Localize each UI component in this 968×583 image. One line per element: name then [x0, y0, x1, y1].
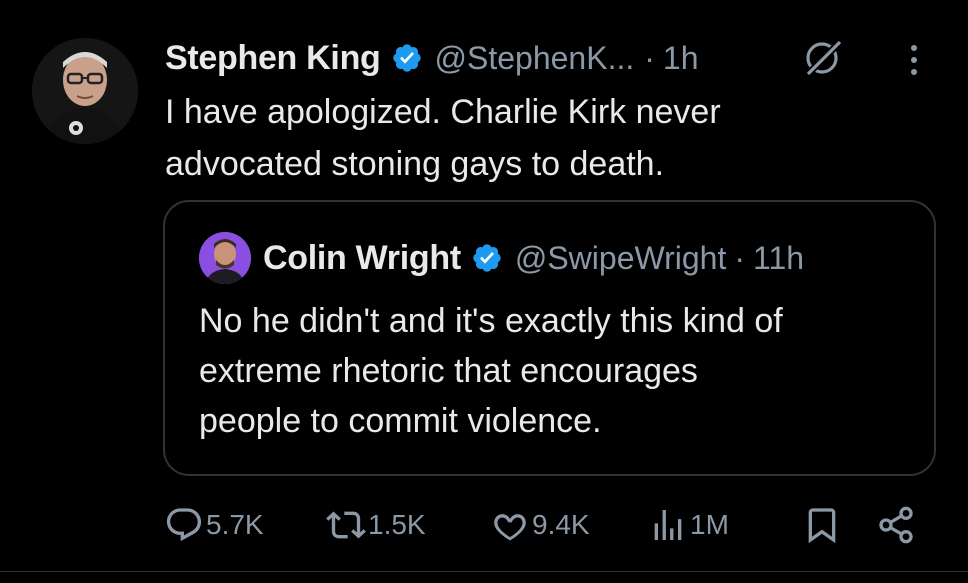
views-chart-icon [654, 510, 682, 540]
author-name[interactable]: Stephen King [165, 39, 381, 78]
author-handle[interactable]: @StephenK... [435, 40, 635, 77]
quoted-text-line: No he didn't and it's exactly this kind … [199, 302, 783, 340]
timestamp[interactable]: 1h [663, 40, 699, 77]
quoted-author-name[interactable]: Colin Wright [263, 239, 461, 278]
quoted-tweet[interactable]: Colin Wright @SwipeWright · 11h No he di… [163, 200, 936, 476]
separator-dot: · [644, 39, 655, 76]
tweet-text: I have apologized. Charlie Kirk never ad… [165, 86, 885, 190]
view-count: 1M [690, 509, 729, 540]
like-button[interactable]: 9.4K [490, 500, 590, 550]
reply-icon [166, 508, 202, 542]
repost-count: 1.5K [368, 509, 426, 540]
tweet-text-line: I have apologized. Charlie Kirk never [165, 93, 721, 131]
quoted-tweet-header: Colin Wright @SwipeWright · 11h [263, 232, 804, 284]
author-avatar-image [32, 38, 138, 144]
like-count: 9.4K [532, 509, 590, 540]
views-button[interactable]: 1M [648, 500, 729, 550]
tweet-header: Stephen King @StephenK... · 1h [165, 32, 698, 84]
quoted-avatar-image [199, 232, 251, 284]
separator-dot: · [734, 239, 746, 276]
heart-icon [494, 514, 526, 541]
more-vertical-icon[interactable] [904, 40, 924, 80]
reply-count: 5.7K [206, 509, 264, 540]
bookmark-button[interactable] [802, 500, 842, 550]
avatar[interactable] [32, 38, 138, 144]
divider [0, 571, 968, 572]
share-button[interactable] [876, 500, 916, 550]
repost-icon [326, 511, 366, 539]
bookmark-icon [808, 508, 836, 544]
quoted-author-handle[interactable]: @SwipeWright [515, 240, 727, 277]
share-icon [879, 506, 913, 544]
quoted-text-line: extreme rhetoric that encourages [199, 352, 698, 390]
quoted-avatar[interactable] [199, 232, 251, 284]
verified-badge-icon[interactable] [391, 42, 423, 74]
repost-button[interactable]: 1.5K [326, 500, 426, 550]
quoted-text-line: people to commit violence. [199, 402, 602, 440]
action-bar: 5.7K 1.5K 9.4K 1M [160, 500, 940, 550]
quoted-timestamp[interactable]: 11h [753, 240, 804, 277]
grok-icon[interactable] [800, 36, 848, 80]
reply-button[interactable]: 5.7K [164, 500, 264, 550]
verified-badge-icon[interactable] [471, 242, 503, 274]
tweet[interactable]: Stephen King @StephenK... · 1h I have ap… [0, 0, 968, 583]
tweet-text-line: advocated stoning gays to death. [165, 145, 665, 183]
quoted-tweet-text: No he didn't and it's exactly this kind … [199, 296, 919, 446]
